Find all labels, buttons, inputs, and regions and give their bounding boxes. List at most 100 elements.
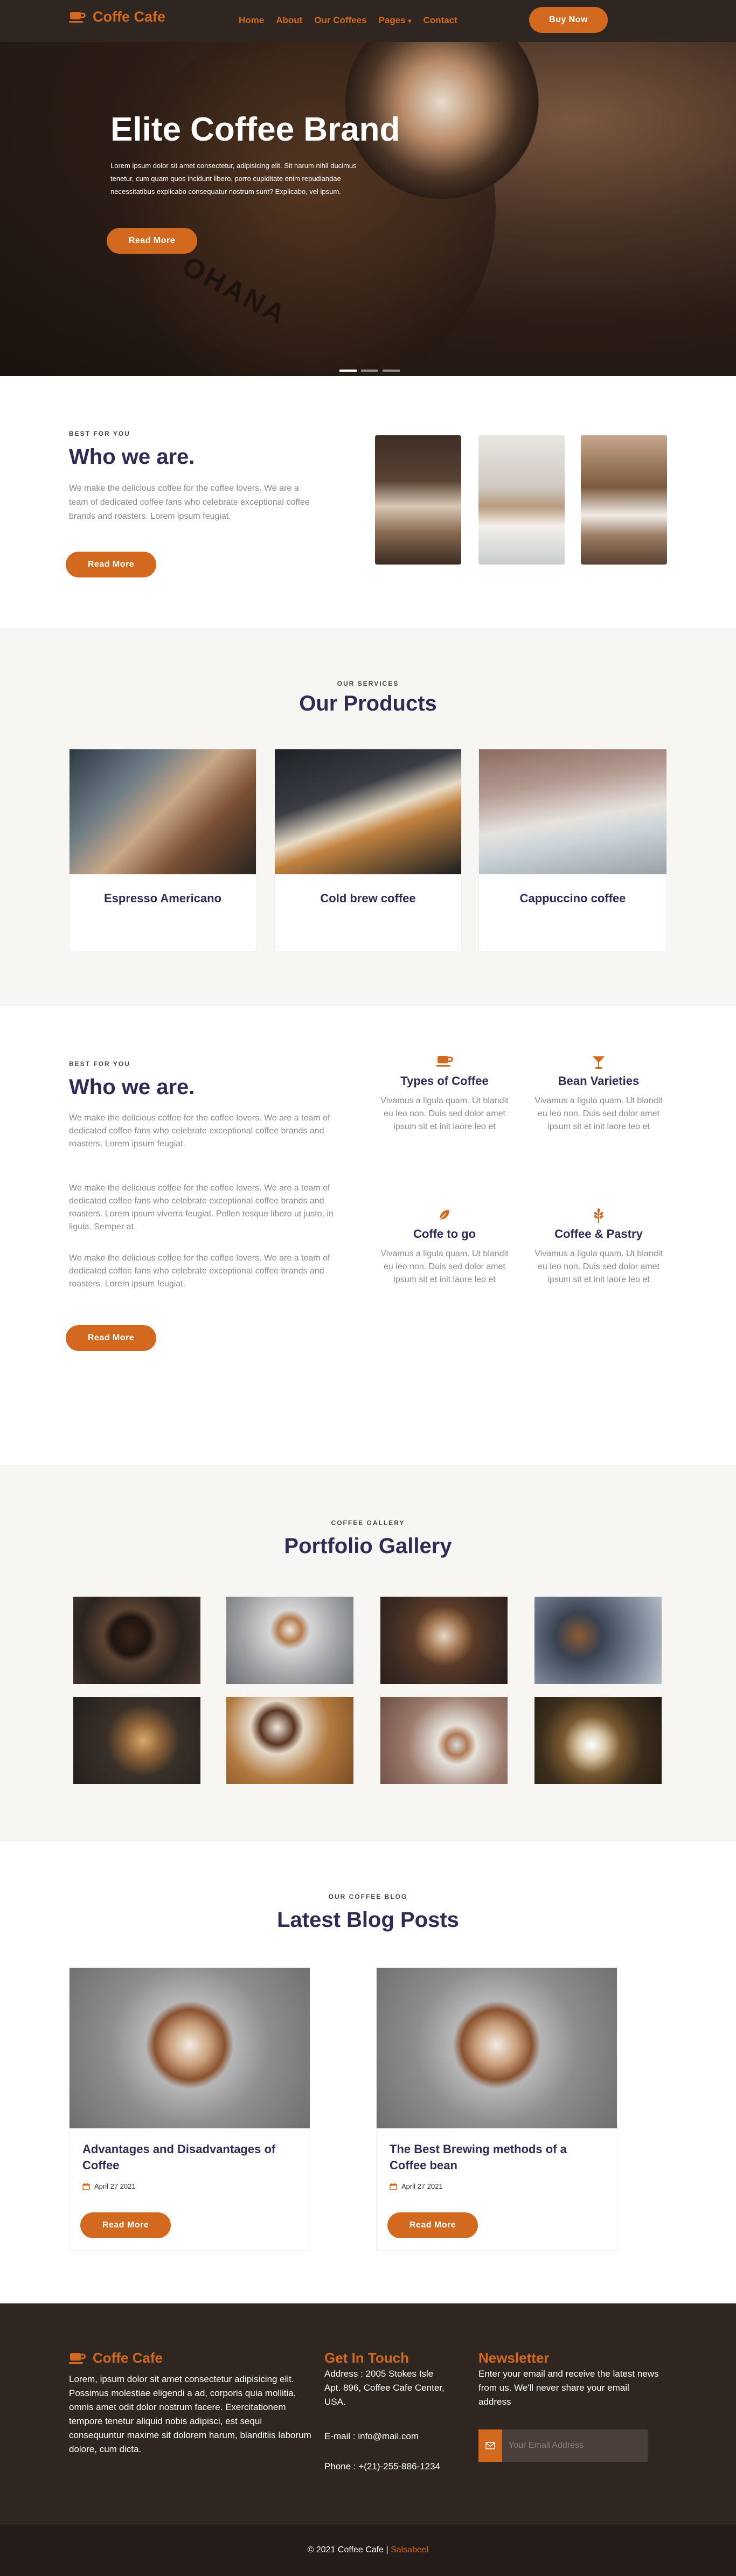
blog-post-image[interactable] — [377, 1968, 617, 2128]
about-section: BEST FOR YOU Who we are. We make the del… — [0, 376, 736, 628]
envelope-icon — [478, 2429, 502, 2462]
hero-slider: OHANA Elite Coffee Brand Lorem ipsum dol… — [0, 0, 736, 376]
about2-paragraph-3: We make the delicious coffee for the cof… — [69, 1254, 330, 1289]
gallery-kicker: COFFEE GALLERY — [331, 1519, 405, 1527]
about2-paragraph-2: We make the delicious coffee for the cof… — [69, 1183, 334, 1231]
brand-logo[interactable]: Coffe Cafe — [69, 9, 165, 25]
nav-about[interactable]: About — [276, 15, 302, 26]
coffee-cup-icon — [69, 2352, 86, 2364]
feature-coffe-to-go: Coffe to go Vivamus a ligula quam. Ut bl… — [377, 1208, 512, 1286]
gallery-image-5[interactable] — [73, 1697, 200, 1784]
cold-brew-image — [275, 749, 461, 874]
feature-bean-varieties: Bean Varieties Vivamus a ligula quam. Ut… — [531, 1055, 666, 1133]
author-link[interactable]: Salsabeel — [391, 2545, 428, 2554]
blog-section: OUR COFFEE BLOG Latest Blog Posts Advant… — [0, 1841, 736, 2303]
about-title: Who we are. — [69, 445, 195, 469]
blog-read-more-button[interactable]: Read More — [387, 2212, 478, 2238]
buy-now-button[interactable]: Buy Now — [529, 7, 608, 33]
products-section: OUR SERVICES Our Products Espresso Ameri… — [0, 628, 736, 1006]
slider-indicators — [339, 370, 400, 372]
gallery-image-8[interactable] — [534, 1697, 662, 1784]
nav-pages[interactable]: Pages ▾ — [379, 15, 412, 26]
hero-text: Lorem ipsum dolor sit amet consectetur, … — [110, 162, 357, 196]
about-read-more-button[interactable]: Read More — [66, 552, 156, 577]
blog-post-title[interactable]: The Best Brewing methods of a Coffee bea… — [390, 2141, 604, 2174]
product-card[interactable]: Cold brew coffee — [274, 749, 462, 951]
slide-indicator-3[interactable] — [383, 370, 400, 372]
footer-email[interactable]: E-mail : info@mail.com — [324, 2429, 454, 2443]
footer-phone[interactable]: Phone : +(21)-255-886-1234 — [324, 2460, 459, 2474]
copyright-bar: © 2021 Coffee Cafe | Salsabeel — [0, 2524, 736, 2576]
footer-brand: Coffe Cafe — [69, 2350, 163, 2366]
about-kicker: BEST FOR YOU — [69, 430, 130, 437]
gallery-section: COFFEE GALLERY Portfolio Gallery — [0, 1465, 736, 1841]
blog-read-more-button[interactable]: Read More — [80, 2212, 171, 2238]
product-name: Cappuccino coffee — [519, 892, 626, 905]
gallery-image-3[interactable] — [380, 1597, 508, 1684]
feature-coffee-pastry: Coffee & Pastry Vivamus a ligula quam. U… — [531, 1208, 666, 1286]
cappuccino-glass-image — [478, 435, 565, 565]
slide-indicator-1[interactable] — [339, 370, 357, 372]
blog-kicker: OUR COFFEE BLOG — [328, 1893, 408, 1900]
nav-home[interactable]: Home — [239, 15, 264, 26]
blog-post-date: April 27 2021 — [390, 2182, 604, 2190]
calendar-icon — [82, 2183, 90, 2190]
gallery-title: Portfolio Gallery — [284, 1534, 452, 1558]
blog-post-date: April 27 2021 — [82, 2182, 297, 2190]
gallery-image-6[interactable] — [226, 1697, 353, 1784]
coffee-cup-icon — [69, 11, 86, 23]
feature-text: Vivamus a ligula quam. Ut blandit eu leo… — [534, 1096, 663, 1131]
calendar-icon — [390, 2183, 397, 2190]
newsletter-form — [478, 2429, 648, 2462]
gallery-image-2[interactable] — [226, 1597, 353, 1684]
blog-post-date-text: April 27 2021 — [94, 2182, 136, 2190]
cappuccino-image — [479, 749, 666, 874]
cocktail-glass-icon — [531, 1055, 666, 1071]
footer-contact-title: Get In Touch — [324, 2350, 409, 2366]
blog-post-image[interactable] — [70, 1968, 310, 2128]
gallery-image-4[interactable] — [534, 1597, 662, 1684]
wheat-icon — [531, 1208, 666, 1224]
feature-title: Coffee & Pastry — [554, 1227, 643, 1241]
slide-indicator-2[interactable] — [361, 370, 378, 372]
hero-title: Elite Coffee Brand — [110, 111, 400, 148]
feature-text: Vivamus a ligula quam. Ut blandit eu leo… — [380, 1096, 509, 1131]
nav-our-coffees[interactable]: Our Coffees — [314, 15, 366, 26]
coffee-pour-image — [581, 435, 667, 565]
main-menu: Home About Our Coffees Pages ▾ Contact — [239, 15, 457, 26]
hero-read-more-button[interactable]: Read More — [107, 228, 197, 254]
product-card[interactable]: Espresso Americano — [69, 749, 256, 951]
latte-art-pour-image — [375, 435, 461, 565]
products-title: Our Products — [299, 692, 437, 715]
footer: Coffe Cafe Lorem, ipsum dolor sit amet c… — [0, 2303, 736, 2524]
feature-text: Vivamus a ligula quam. Ut blandit eu leo… — [380, 1249, 509, 1284]
blog-post-card: Advantages and Disadvantages of Coffee A… — [69, 1967, 310, 2251]
blog-title: Latest Blog Posts — [277, 1908, 459, 1932]
feature-text: Vivamus a ligula quam. Ut blandit eu leo… — [534, 1249, 663, 1284]
coffee-cup-icon — [377, 1055, 512, 1071]
about2-paragraph-1: We make the delicious coffee for the cof… — [69, 1113, 330, 1148]
footer-newsletter-title: Newsletter — [478, 2350, 550, 2366]
feature-title: Coffe to go — [413, 1227, 476, 1241]
nav-contact[interactable]: Contact — [423, 15, 457, 26]
about-features-section: BEST FOR YOU Who we are. We make the del… — [0, 1006, 736, 1465]
chevron-down-icon: ▾ — [408, 17, 412, 25]
gallery-image-7[interactable] — [380, 1697, 508, 1784]
blog-post-title[interactable]: Advantages and Disadvantages of Coffee — [82, 2141, 297, 2174]
about2-read-more-button[interactable]: Read More — [66, 1325, 156, 1351]
footer-about-text: Lorem, ipsum dolor sit amet consectetur … — [69, 2374, 311, 2454]
products-kicker: OUR SERVICES — [337, 680, 399, 687]
brand-name: Coffe Cafe — [93, 9, 166, 25]
espresso-image — [70, 749, 256, 874]
product-card[interactable]: Cappuccino coffee — [478, 749, 667, 951]
nav-pages-label: Pages — [378, 15, 406, 25]
product-name: Cold brew coffee — [320, 892, 416, 905]
product-name: Espresso Americano — [103, 892, 222, 905]
newsletter-email-input[interactable] — [502, 2429, 648, 2462]
blog-post-date-text: April 27 2021 — [401, 2182, 443, 2190]
gallery-image-1[interactable] — [73, 1597, 200, 1684]
footer-address: Address : 2005 Stokes Isle Apt. 896, Cof… — [324, 2369, 445, 2407]
leaf-icon — [377, 1208, 512, 1224]
feature-title: Types of Coffee — [400, 1074, 489, 1088]
about-text: We make the delicious coffee for the cof… — [69, 484, 310, 521]
